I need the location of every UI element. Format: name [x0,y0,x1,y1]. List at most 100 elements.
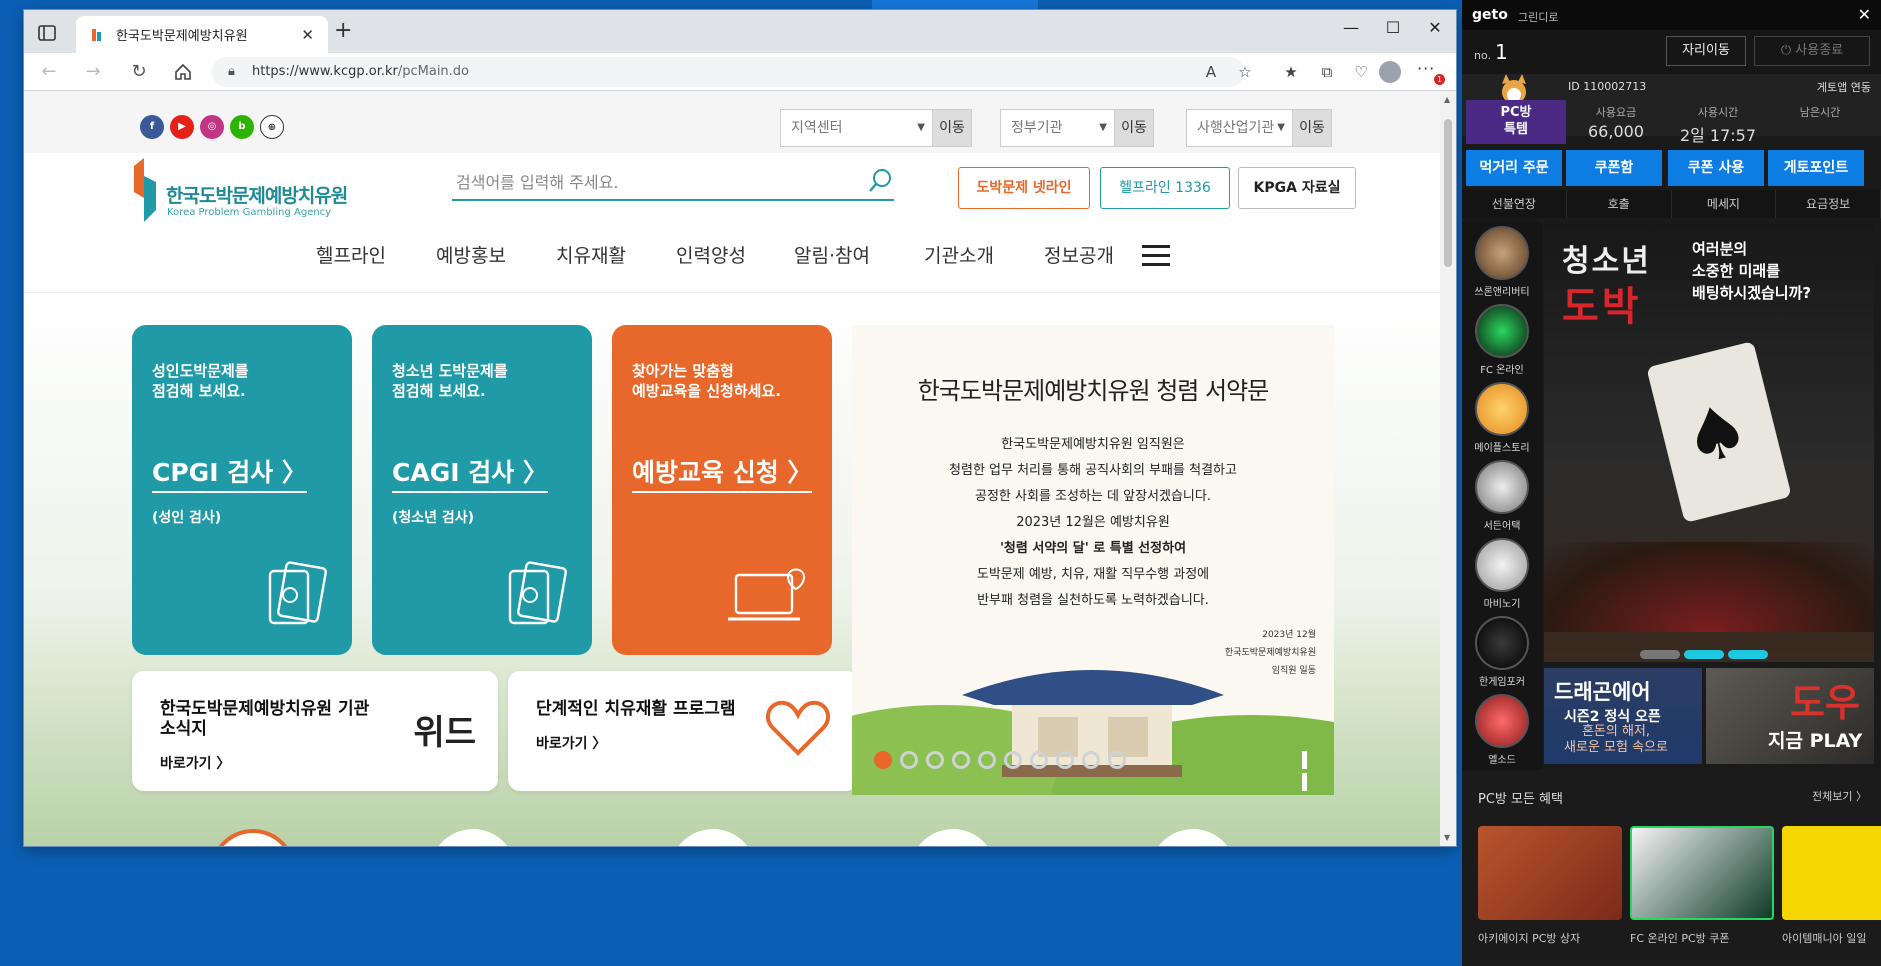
newsletter-link[interactable]: 바로가기 〉 [160,753,470,773]
geto-points-button[interactable]: 게토포인트 [1768,150,1864,186]
nav-disclosure[interactable]: 정보공개 [1044,241,1114,268]
browser-tab[interactable]: 한국도박문제예방치유원 ✕ [76,16,328,53]
language-icon[interactable]: ⊕ [260,115,284,139]
facebook-icon[interactable]: f [140,115,164,139]
minimize-icon[interactable]: — [1336,18,1366,37]
ad-page-dot[interactable] [1684,650,1724,659]
card-subtitle: 청소년 도박문제를 점검해 보세요. [392,362,508,400]
forward-icon[interactable]: → [82,61,104,83]
menu-icon[interactable] [1142,245,1170,267]
game-fc-online[interactable]: FC 온라인 [1470,304,1534,376]
kpga-logo-icon[interactable] [132,158,158,222]
benefits-view-all-link[interactable]: 전체보기 〉 [1812,788,1867,804]
carousel-dot[interactable] [900,751,918,769]
benefit-thumb-itemmania[interactable] [1782,826,1881,920]
address-bar[interactable]: 🔒︎ https://www.kcgp.or.kr/pcMain.do [212,57,1244,87]
cpgi-card[interactable]: 성인도박문제를 점검해 보세요. CPGI 검사 〉 (성인 검사) [132,325,352,655]
carousel-dot[interactable] [1056,751,1074,769]
collections-icon[interactable]: ⧉ [1316,61,1338,83]
nav-training[interactable]: 인력양성 [676,241,746,268]
instagram-icon[interactable]: ◎ [200,115,224,139]
game-hangame-poker[interactable]: 한게임포커 [1470,616,1534,688]
game-mabinogi[interactable]: 마비노기 [1470,538,1534,610]
close-window-icon[interactable]: ✕ [1420,18,1450,37]
carousel-dot[interactable] [926,751,944,769]
dragonair-banner[interactable]: 드래곤에어 시즌2 정식 오픈 혼돈의 해저, 새로운 모험 속으로 [1544,668,1702,764]
tab-actions-icon[interactable] [36,22,58,44]
carousel-dot[interactable] [1004,751,1022,769]
food-order-button[interactable]: 먹거리 주문 [1466,150,1562,186]
home-icon[interactable] [172,61,194,83]
remaining-time: 남은시간 [1799,106,1841,119]
geto-close-icon[interactable]: ✕ [1858,5,1871,24]
youtube-icon[interactable]: ▶ [170,115,194,139]
helpline-button[interactable]: 헬프라인 1336 [1100,167,1230,209]
benefit-thumb-archeage[interactable] [1478,826,1622,920]
tab-message[interactable]: 메세지 [1672,190,1777,218]
refresh-icon[interactable]: ↻ [128,61,150,83]
industry-go-button[interactable]: 이동 [1292,109,1332,147]
maximize-icon[interactable]: ☐ [1378,18,1408,37]
region-go-button[interactable]: 이동 [932,109,972,147]
more-menu-icon[interactable]: ··· [1417,59,1435,78]
game-elsword[interactable]: 엘소드 [1470,694,1534,766]
government-go-button[interactable]: 이동 [1114,109,1154,147]
carousel-dot[interactable] [952,751,970,769]
tab-call[interactable]: 호출 [1567,190,1672,218]
back-icon[interactable]: ← [38,61,60,83]
use-coupon-button[interactable]: 쿠폰 사용 [1668,150,1764,186]
carousel-dot[interactable] [978,751,996,769]
scroll-thumb[interactable] [1444,119,1452,267]
coupon-box-button[interactable]: 쿠폰함 [1566,150,1662,186]
scroll-down-icon[interactable]: ▼ [1444,833,1450,842]
tab-rate-info[interactable]: 요금정보 [1776,190,1881,218]
ad-page-dot[interactable] [1728,650,1768,659]
nav-treatment[interactable]: 치유재활 [556,241,626,268]
nav-prevention[interactable]: 예방홍보 [436,241,506,268]
logo-english: Korea Problem Gambling Agency [167,207,332,218]
game-sudden-attack[interactable]: 서든어택 [1470,460,1534,532]
dou-banner[interactable]: 도우 지금 PLAY [1706,668,1874,764]
favorites-icon[interactable]: ★ [1280,61,1302,83]
industry-select[interactable]: 사행산업기관 ▼ [1186,109,1294,147]
cagi-card[interactable]: 청소년 도박문제를 점검해 보세요. CAGI 검사 〉 (청소년 검사) [372,325,592,655]
pcbang-item-badge[interactable]: PC방 특템 [1466,100,1566,144]
tab-prepaid[interactable]: 선불연장 [1462,190,1567,218]
netline-button[interactable]: 도박문제 넷라인 [958,167,1090,209]
integrity-banner[interactable]: 한국도박문제예방치유원 청렴 서약문 한국도박문제예방치유원 임직원은 청렴한 … [852,325,1334,795]
benefit-thumb-fc-online[interactable] [1630,826,1774,920]
read-aloud-icon[interactable]: A [1200,61,1222,83]
app-link-button[interactable]: 게토앱 연동 [1817,79,1871,95]
region-center-select[interactable]: 지역센터 ▼ [780,109,934,147]
nav-about[interactable]: 기관소개 [924,241,994,268]
ad-page-dot[interactable] [1640,650,1680,659]
logo-text[interactable]: 한국도박문제예방치유원 [166,181,348,208]
kpga-library-button[interactable]: KPGA 자료실 [1238,167,1356,209]
blog-icon[interactable]: b [230,115,254,139]
government-select[interactable]: 정부기관 ▼ [1000,109,1116,147]
site-search-input[interactable]: 검색어를 입력해 주세요. [452,163,894,201]
favorite-add-icon[interactable]: ☆ [1234,61,1256,83]
rehab-program-card[interactable]: 단계적인 치유재활 프로그램 바로가기 〉 [508,671,858,791]
newsletter-card[interactable]: 한국도박문제예방치유원 기관 소식지 바로가기 〉 위드 [132,671,498,791]
scroll-up-icon[interactable]: ▲ [1444,95,1450,104]
game-maplestory[interactable]: 메이플스토리 [1470,382,1534,454]
end-session-button[interactable]: ⏻ 사용종료 [1754,36,1870,66]
game-throne-liberty[interactable]: 쓰론앤리버티 [1470,226,1534,298]
carousel-dot[interactable] [1108,751,1126,769]
carousel-dot[interactable] [1030,751,1048,769]
education-card[interactable]: 찾아가는 맞춤형 예방교육을 신청하세요. 예방교육 신청 〉 [612,325,832,655]
profile-avatar[interactable] [1379,61,1401,83]
carousel-dot[interactable] [874,751,892,769]
new-tab-icon[interactable]: + [334,20,352,42]
page-scrollbar[interactable]: ▲ ▼ [1440,91,1456,846]
move-seat-button[interactable]: 자리이동 [1666,36,1746,66]
tab-close-icon[interactable]: ✕ [301,26,314,44]
nav-notice[interactable]: 알림·참여 [794,241,870,268]
carousel-pause-icon[interactable] [1302,751,1318,791]
youth-gambling-ad[interactable]: 청소년 도박 여러분의 소중한 미래를 배팅하시겠습니까? ♠ [1544,222,1874,662]
extensions-icon[interactable]: ♡ [1350,61,1372,83]
carousel-dot[interactable] [1082,751,1100,769]
nav-helpline[interactable]: 헬프라인 [316,241,386,268]
search-icon[interactable] [868,167,894,193]
